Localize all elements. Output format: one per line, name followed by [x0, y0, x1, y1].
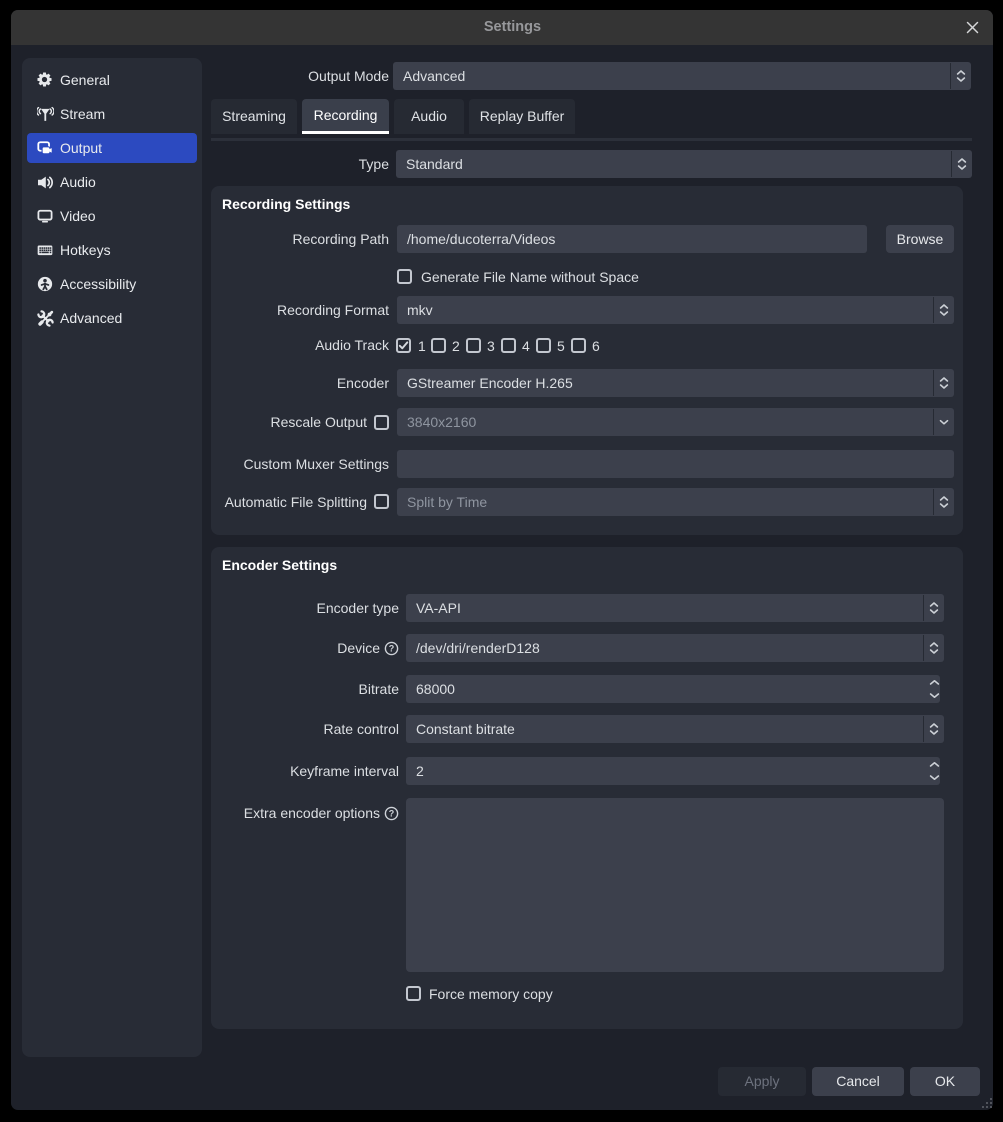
svg-text:?: ?	[389, 809, 395, 819]
svg-text:?: ?	[389, 644, 395, 654]
